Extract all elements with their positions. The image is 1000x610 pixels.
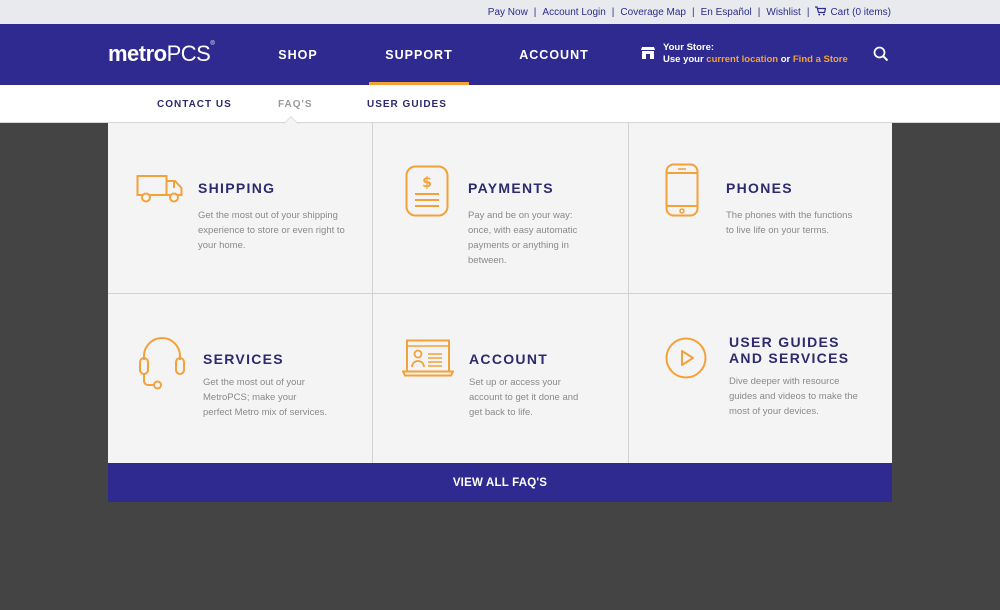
card-description: Get the most out of your MetroPCS; make … [203,377,328,418]
card-title: PHONES [726,180,793,196]
store-label: Your Store: [663,42,715,53]
faq-card-account[interactable]: ACCOUNT Set up or access your account to… [373,294,629,463]
headset-icon [139,337,185,390]
card-description: Pay and be on your way: once, with easy … [468,210,578,266]
separator: | [533,6,537,18]
utility-bar: Pay Now | Account Login | Coverage Map |… [0,0,1000,24]
card-description: Set up or access your account to get it … [469,377,579,418]
card-title: SERVICES [203,351,284,367]
card-description: Get the most out of your shipping experi… [198,210,345,251]
card-title: PAYMENTS [468,180,554,196]
pay-now-link[interactable]: Pay Now [488,7,528,18]
separator: | [806,6,810,18]
cart-link[interactable]: Cart (0 items) [815,6,891,18]
phone-icon [665,163,699,217]
faq-card-payments[interactable]: $ PAYMENTS Pay and be on your way: once,… [373,123,629,294]
store-use-text: Use your [663,54,707,65]
separator: | [757,6,761,18]
main-navigation: metroPCS® SHOP SUPPORT ACCOUNT Your Stor… [0,24,1000,85]
logo-metro: metro [108,41,167,66]
search-icon[interactable] [873,46,889,62]
subnav-contact-us[interactable]: CONTACT US [157,85,232,123]
faq-dropdown-panel: SHIPPING Get the most out of your shippi… [108,123,892,463]
play-icon [665,337,707,379]
en-espanol-link[interactable]: En Español [701,7,752,18]
logo-pcs: PCS [166,41,211,66]
store-locator: Your Store: Use your current location or… [641,42,848,66]
cart-label: Cart (0 items) [830,7,891,18]
store-options: Use your current location or Find a Stor… [663,54,848,66]
support-sub-navigation: CONTACT US FAQ'S USER GUIDES [0,85,1000,123]
card-title: USER GUIDES AND SERVICES [729,334,849,366]
nav-support[interactable]: SUPPORT [369,24,469,85]
view-all-faqs-button[interactable]: VIEW ALL FAQ'S [108,463,892,502]
wishlist-link[interactable]: Wishlist [766,7,800,18]
card-description: Dive deeper with resource guides and vid… [729,376,858,417]
faq-card-shipping[interactable]: SHIPPING Get the most out of your shippi… [108,123,373,294]
cart-icon [815,6,827,16]
nav-account[interactable]: ACCOUNT [510,24,598,85]
coverage-map-link[interactable]: Coverage Map [620,7,686,18]
metropcs-logo[interactable]: metroPCS® [108,41,215,67]
separator: | [611,6,615,18]
card-title-line1: USER GUIDES [729,334,840,350]
store-or-text: or [778,54,793,65]
faq-card-phones[interactable]: PHONES The phones with the functions to … [629,123,892,294]
current-location-link[interactable]: current location [706,54,778,65]
account-login-link[interactable]: Account Login [542,7,605,18]
truck-icon [136,175,183,203]
nav-shop[interactable]: SHOP [260,24,336,85]
card-description: The phones with the functions to live li… [726,210,853,236]
separator: | [692,6,695,18]
card-title: SHIPPING [198,180,276,196]
invoice-icon: $ [405,165,449,217]
card-title-line2: AND SERVICES [729,350,850,366]
subnav-user-guides[interactable]: USER GUIDES [367,85,447,123]
logo-trademark: ® [210,41,215,47]
account-window-icon [402,339,454,377]
faq-card-user-guides[interactable]: USER GUIDES AND SERVICES Dive deeper wit… [629,294,892,463]
find-a-store-link[interactable]: Find a Store [793,54,848,65]
svg-text:$: $ [422,175,432,191]
active-subnav-caret-fill [284,117,298,124]
store-icon [641,47,655,59]
utility-links: Pay Now | Account Login | Coverage Map |… [488,0,891,24]
store-text: Your Store: Use your current location or… [663,42,848,66]
faq-card-services[interactable]: SERVICES Get the most out of your MetroP… [108,294,373,463]
card-title: ACCOUNT [469,351,549,367]
